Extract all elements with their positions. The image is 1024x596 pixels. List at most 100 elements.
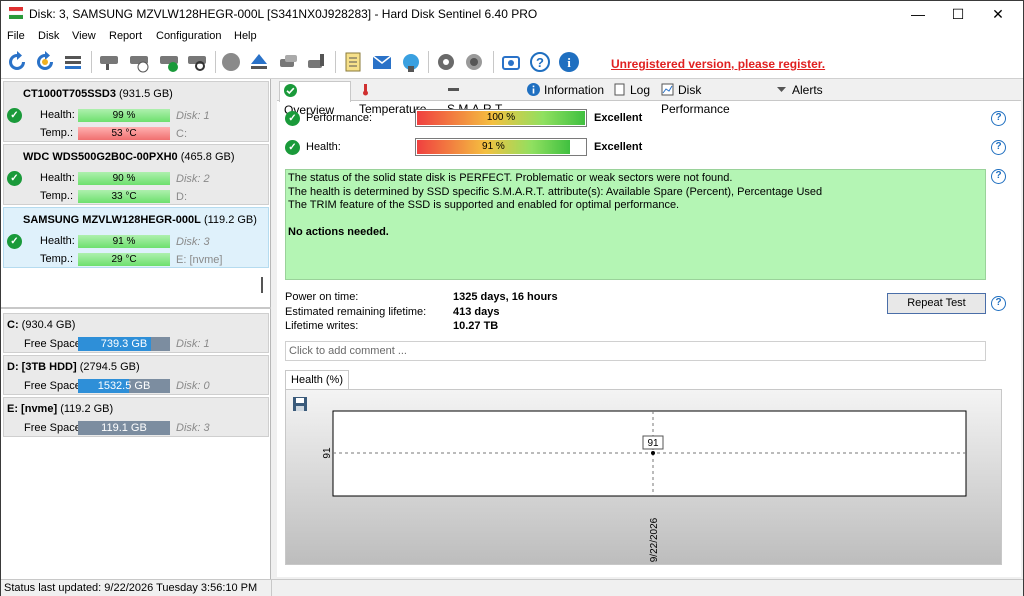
email-icon[interactable] — [370, 50, 394, 74]
disk-number: Disk: 3 — [176, 236, 210, 248]
menu-help[interactable]: Help — [234, 30, 257, 42]
title-bar: Disk: 3, SAMSUNG MZVLW128HEGR-000L [S341… — [1, 1, 1023, 27]
writes-value: 10.27 TB — [453, 320, 499, 332]
network-icon[interactable] — [399, 50, 423, 74]
disk-item-selected[interactable]: SAMSUNG MZVLW128HEGR-000L (119.2 GB) ✓ H… — [3, 207, 269, 268]
panel-divider[interactable] — [1, 307, 271, 309]
drive-letter: D: — [176, 191, 187, 203]
report-icon[interactable] — [341, 50, 365, 74]
repeat-test-button[interactable]: Repeat Test — [887, 293, 986, 314]
drive-letter: C: — [176, 128, 187, 140]
performance-label: Performance: — [306, 112, 373, 124]
tab-alerts[interactable]: Alerts — [771, 81, 827, 101]
settings-icon[interactable] — [434, 50, 458, 74]
disk-name-line: WDC WDS500G2B0C-00PXH0 (465.8 GB) — [23, 151, 235, 163]
disk-name: CT1000T705SSD3 — [23, 88, 116, 100]
tab-overview[interactable]: Overview — [279, 81, 351, 117]
refresh-all-icon[interactable] — [33, 50, 57, 74]
tab-information[interactable]: Information — [523, 81, 607, 101]
tab-disk-performance[interactable]: Disk Performance — [657, 81, 769, 116]
menu-report[interactable]: Report — [109, 30, 142, 42]
disk-name-line: SAMSUNG MZVLW128HEGR-000L (119.2 GB) — [23, 214, 257, 226]
health-help-icon[interactable]: ? — [991, 140, 1006, 155]
eject-icon[interactable] — [247, 50, 271, 74]
menu-bar: File Disk View Report Configuration Help — [1, 27, 1023, 45]
lifetime-value: 413 days — [453, 306, 500, 318]
volume-disk: Disk: 0 — [176, 380, 210, 392]
plot-frame — [332, 410, 967, 497]
disk-item[interactable]: WDC WDS500G2B0C-00PXH0 (465.8 GB) ✓ Heal… — [3, 144, 269, 205]
free-space-label: Free Space — [24, 338, 81, 350]
message-line: The status of the solid state disk is PE… — [288, 172, 733, 184]
info-icon[interactable]: i — [557, 50, 581, 74]
disk-ok-icon[interactable] — [157, 50, 181, 74]
app-window: Disk: 3, SAMSUNG MZVLW128HEGR-000L [S341… — [0, 0, 1024, 596]
free-space-value: 1532.5 GB — [97, 380, 151, 392]
unregistered-link[interactable]: Unregistered version, please register. — [611, 57, 825, 71]
tab-label: Information — [544, 83, 605, 97]
sound-icon[interactable] — [462, 50, 486, 74]
volume-item[interactable]: D: [3TB HDD] (2794.5 GB) Free Space 1532… — [3, 355, 269, 395]
volume-item[interactable]: C: (930.4 GB) Free Space 739.3 GB Disk: … — [3, 313, 269, 353]
disk-tool-icon[interactable] — [305, 50, 329, 74]
toolbar-separator — [335, 51, 336, 73]
disk-name: WDC WDS500G2B0C-00PXH0 — [23, 151, 178, 163]
check-icon — [284, 84, 297, 97]
message-help-icon[interactable]: ? — [991, 169, 1006, 184]
menu-file[interactable]: File — [7, 30, 25, 42]
health-bar: 91 % — [78, 235, 170, 248]
disk-number: Disk: 2 — [176, 173, 210, 185]
disk-item[interactable]: CT1000T705SSD3 (931.5 GB) ✓ Health: 99 %… — [3, 81, 269, 142]
temp-bar: 33 °C — [78, 190, 170, 203]
free-space-label: Free Space — [24, 380, 81, 392]
data-label: 91 — [647, 438, 659, 449]
tab-health-chart[interactable]: Health (%) — [285, 370, 349, 390]
volume-name: E: [nvme] — [7, 403, 58, 415]
lifetime-label: Estimated remaining lifetime: — [285, 306, 427, 318]
performance-help-icon[interactable]: ? — [991, 111, 1006, 126]
overview-panel: Overview Temperature S.M.A.R.T. Informat… — [277, 81, 1021, 577]
disk-list-panel: CT1000T705SSD3 (931.5 GB) ✓ Health: 99 %… — [1, 79, 271, 579]
health-ok-icon: ✓ — [285, 140, 300, 155]
disk-search-icon[interactable] — [185, 50, 209, 74]
performance-icon — [661, 83, 674, 96]
alerts-icon — [775, 83, 788, 96]
menu-view[interactable]: View — [72, 30, 96, 42]
toolbar: ? i Unregistered version, please registe… — [1, 45, 1023, 79]
ok-check-icon: ✓ — [7, 171, 22, 186]
tab-smart[interactable]: S.M.A.R.T. — [443, 81, 521, 116]
ok-check-icon: ✓ — [7, 108, 22, 123]
y-tick-label: 91 — [322, 447, 333, 459]
disk-list-icon[interactable] — [61, 50, 85, 74]
tab-label: Log — [630, 83, 651, 97]
tab-temperature[interactable]: Temperature — [355, 81, 441, 116]
tab-log[interactable]: Log — [609, 81, 655, 101]
status-bar: Status last updated: 9/22/2026 Tuesday 3… — [1, 579, 1023, 596]
action-text: No actions needed. — [288, 226, 389, 238]
power-on-value: 1325 days, 16 hours — [453, 291, 558, 303]
free-space-value: 739.3 GB — [100, 338, 148, 350]
close-button[interactable]: ✕ — [975, 1, 1021, 27]
svg-text:i: i — [567, 55, 571, 70]
message-gap — [288, 213, 983, 227]
temp-label: Temp.: — [40, 190, 74, 202]
disk-number: Disk: 1 — [176, 110, 210, 122]
menu-configuration[interactable]: Configuration — [156, 30, 221, 42]
app-flag-icon — [9, 7, 23, 19]
help-icon[interactable]: ? — [528, 50, 552, 74]
disk-test-icon[interactable] — [97, 50, 121, 74]
repeat-help-icon[interactable]: ? — [991, 296, 1006, 311]
disk-copy-icon[interactable] — [277, 50, 301, 74]
volume-size: (2794.5 GB) — [79, 361, 140, 373]
refresh-icon[interactable] — [5, 50, 29, 74]
menu-disk[interactable]: Disk — [38, 30, 59, 42]
screenshot-icon[interactable] — [499, 50, 523, 74]
volume-item[interactable]: E: [nvme] (119.2 GB) Free Space 119.1 GB… — [3, 397, 269, 437]
writes-label: Lifetime writes: — [285, 320, 359, 332]
scrollbar-thumb[interactable] — [261, 277, 263, 293]
comment-input[interactable]: Click to add comment ... — [285, 341, 986, 361]
tab-strip: Overview Temperature S.M.A.R.T. Informat… — [277, 81, 1021, 117]
free-space-value: 119.1 GB — [101, 422, 147, 434]
disk-schedule-icon[interactable] — [127, 50, 151, 74]
disk-erase-icon[interactable] — [219, 50, 243, 74]
